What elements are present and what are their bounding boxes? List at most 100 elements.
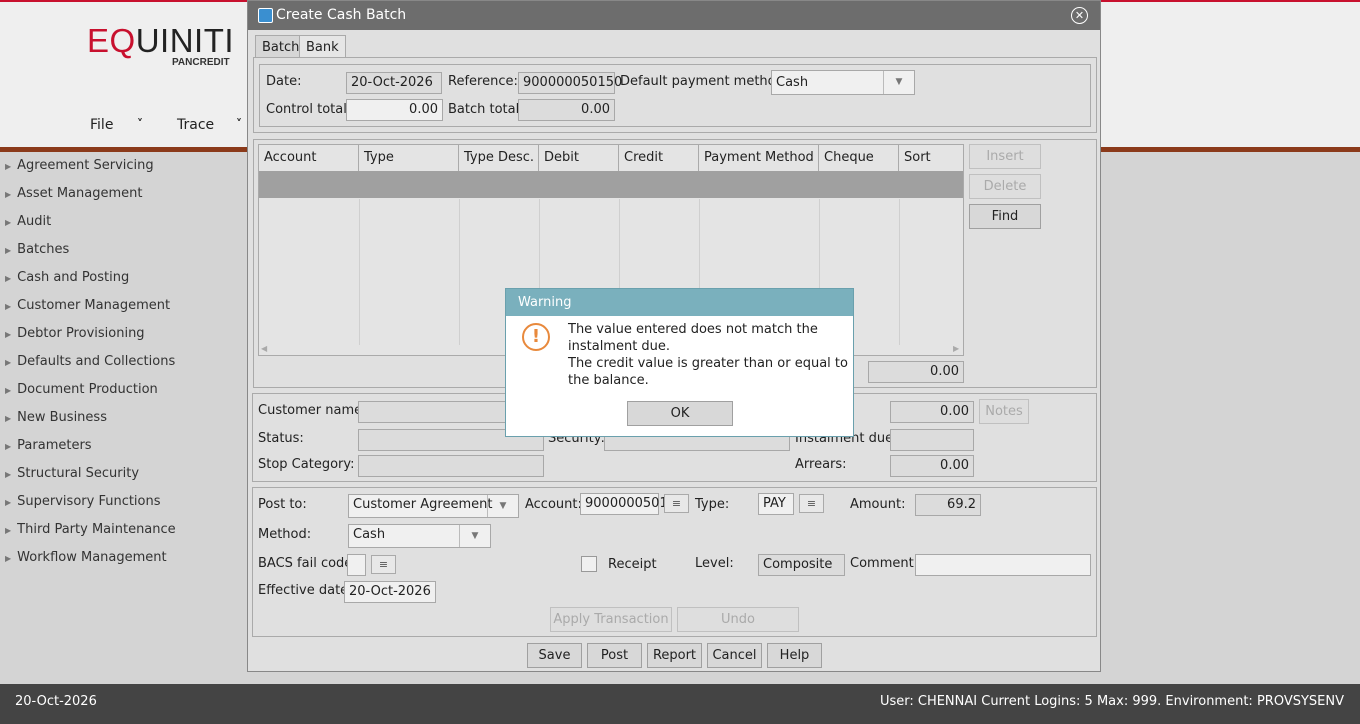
- date-field[interactable]: 20-Oct-2026: [346, 72, 442, 94]
- sidebar-item-supervisory-functions[interactable]: ▶ Supervisory Functions: [5, 488, 161, 516]
- status-bar: 20-Oct-2026 User: CHENNAI Current Logins…: [0, 684, 1360, 724]
- effective-date-field[interactable]: 20-Oct-2026: [344, 581, 436, 603]
- help-button[interactable]: Help: [767, 643, 822, 668]
- dialog-title-bar[interactable]: Create Cash Batch ✕: [248, 1, 1100, 30]
- dialog-title: Create Cash Batch: [276, 7, 407, 23]
- sidebar-item-batches[interactable]: ▶ Batches: [5, 236, 69, 264]
- control-total-field[interactable]: 0.00: [346, 99, 443, 121]
- date-label: Date:: [266, 74, 302, 89]
- chevron-down-icon[interactable]: ˅: [137, 117, 143, 131]
- sidebar-item-new-business[interactable]: ▶ New Business: [5, 404, 107, 432]
- bacs-lookup-icon[interactable]: ≡: [371, 555, 396, 574]
- sidebar-item-parameters[interactable]: ▶ Parameters: [5, 432, 92, 460]
- scroll-right-icon[interactable]: ▶: [953, 344, 959, 353]
- expand-triangle-icon: ▶: [5, 414, 12, 423]
- column-header-debit[interactable]: Debit: [539, 145, 619, 171]
- ok-button[interactable]: OK: [627, 401, 733, 426]
- dropdown-arrow-icon[interactable]: ▼: [459, 525, 490, 547]
- sidebar-item-asset-management[interactable]: ▶ Asset Management: [5, 180, 142, 208]
- sidebar-item-debtor-provisioning[interactable]: ▶ Debtor Provisioning: [5, 320, 145, 348]
- comment-field[interactable]: [915, 554, 1091, 576]
- amount-field[interactable]: 69.2: [915, 494, 981, 516]
- amount-label: Amount:: [850, 497, 906, 512]
- control-total-label: Control total:: [266, 102, 352, 117]
- grid-total-field: 0.00: [868, 361, 964, 383]
- scroll-left-icon[interactable]: ◀: [261, 344, 267, 353]
- equiniti-logo: EQUINITI: [87, 22, 234, 60]
- undo-button[interactable]: Undo: [677, 607, 799, 632]
- sidebar-item-document-production[interactable]: ▶ Document Production: [5, 376, 158, 404]
- close-icon[interactable]: ✕: [1071, 7, 1088, 24]
- column-header-payment-method[interactable]: Payment Method: [699, 145, 819, 171]
- grid-divider: [359, 199, 360, 345]
- expand-triangle-icon: ▶: [5, 162, 12, 171]
- method-select[interactable]: Cash ▼: [348, 524, 491, 548]
- status-label: Status:: [258, 431, 304, 446]
- sidebar-item-label: New Business: [17, 410, 107, 425]
- sidebar-item-workflow-management[interactable]: ▶ Workflow Management: [5, 544, 167, 572]
- column-header-credit[interactable]: Credit: [619, 145, 699, 171]
- apply-transaction-button[interactable]: Apply Transaction: [550, 607, 672, 632]
- batch-total-label: Batch total:: [448, 102, 524, 117]
- type-lookup-icon[interactable]: ≡: [799, 494, 824, 513]
- logo-subtitle: PANCREDIT: [172, 57, 230, 68]
- cancel-button[interactable]: Cancel: [707, 643, 762, 668]
- column-header-cheque-no[interactable]: Cheque No.: [819, 145, 899, 191]
- column-header-sort-code[interactable]: Sort Code: [899, 145, 963, 191]
- selected-grid-row[interactable]: [259, 171, 963, 198]
- grid-divider: [459, 199, 460, 345]
- post-to-value: Customer Agreement: [353, 497, 493, 512]
- column-header-type-desc[interactable]: Type Desc.: [459, 145, 539, 171]
- post-button[interactable]: Post: [587, 643, 642, 668]
- type-field[interactable]: PAY: [758, 493, 794, 515]
- logo-red-part: EQ: [87, 22, 136, 59]
- reference-field[interactable]: 900000050150: [518, 72, 622, 94]
- stop-category-field: [358, 455, 544, 477]
- sidebar-item-label: Defaults and Collections: [17, 354, 176, 369]
- tab-bank[interactable]: Bank: [299, 35, 346, 58]
- find-button[interactable]: Find: [969, 204, 1041, 229]
- account-field[interactable]: 9000000501: [580, 493, 668, 515]
- expand-triangle-icon: ▶: [5, 498, 12, 507]
- method-label: Method:: [258, 527, 312, 542]
- warning-message: The value entered does not match the ins…: [568, 321, 852, 389]
- chevron-down-icon[interactable]: ˅: [236, 117, 242, 131]
- sidebar-item-cash-and-posting[interactable]: ▶ Cash and Posting: [5, 264, 129, 292]
- expand-triangle-icon: ▶: [5, 246, 12, 255]
- sidebar-item-defaults-and-collections[interactable]: ▶ Defaults and Collections: [5, 348, 175, 376]
- insert-button[interactable]: Insert: [969, 144, 1041, 169]
- default-payment-select[interactable]: Cash ▼: [771, 70, 915, 95]
- default-payment-value: Cash: [776, 75, 809, 90]
- method-value: Cash: [353, 527, 386, 542]
- sidebar-item-label: Workflow Management: [17, 550, 167, 565]
- sidebar-item-label: Supervisory Functions: [17, 494, 161, 509]
- account-lookup-icon[interactable]: ≡: [664, 494, 689, 513]
- dropdown-arrow-icon[interactable]: ▼: [487, 495, 518, 517]
- menu-file[interactable]: File: [90, 117, 113, 133]
- expand-triangle-icon: ▶: [5, 386, 12, 395]
- expand-triangle-icon: ▶: [5, 190, 12, 199]
- menu-trace[interactable]: Trace: [177, 117, 214, 133]
- report-button[interactable]: Report: [647, 643, 702, 668]
- delete-button[interactable]: Delete: [969, 174, 1041, 199]
- save-button[interactable]: Save: [527, 643, 582, 668]
- notes-button[interactable]: Notes: [979, 399, 1029, 424]
- column-header-type[interactable]: Type: [359, 145, 459, 171]
- dropdown-arrow-icon[interactable]: ▼: [883, 71, 914, 94]
- customer-name-label: Customer name:: [258, 403, 367, 418]
- sidebar-item-agreement-servicing[interactable]: ▶ Agreement Servicing: [5, 152, 154, 180]
- warning-title[interactable]: Warning: [506, 289, 853, 316]
- sidebar-item-label: Document Production: [17, 382, 158, 397]
- sidebar-item-audit[interactable]: ▶ Audit: [5, 208, 51, 236]
- account-label: Account:: [525, 497, 582, 512]
- receipt-checkbox[interactable]: [581, 556, 597, 572]
- column-header-account[interactable]: Account: [259, 145, 359, 171]
- sidebar-item-third-party-maintenance[interactable]: ▶ Third Party Maintenance: [5, 516, 176, 544]
- sidebar-item-structural-security[interactable]: ▶ Structural Security: [5, 460, 139, 488]
- bacs-fail-code-label: BACS fail code:: [258, 556, 357, 571]
- sidebar-item-customer-management[interactable]: ▶ Customer Management: [5, 292, 170, 320]
- expand-triangle-icon: ▶: [5, 442, 12, 451]
- sidebar-item-label: Agreement Servicing: [17, 158, 154, 173]
- post-to-select[interactable]: Customer Agreement ▼: [348, 494, 519, 518]
- bacs-fail-code-field[interactable]: [347, 554, 366, 576]
